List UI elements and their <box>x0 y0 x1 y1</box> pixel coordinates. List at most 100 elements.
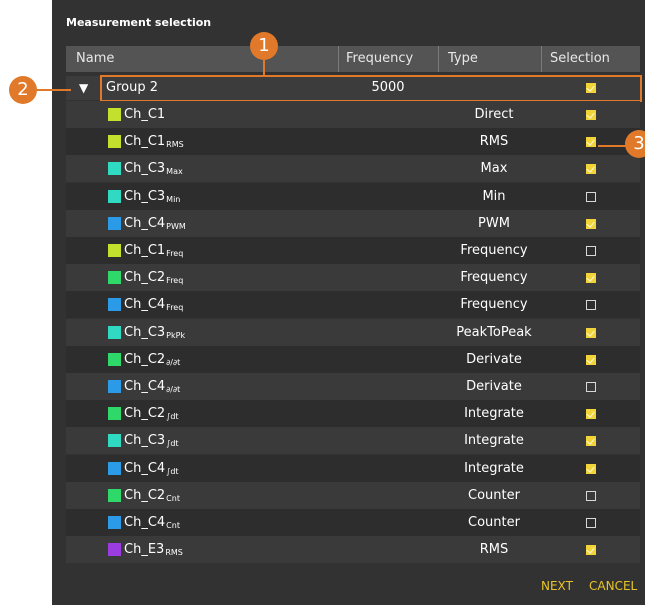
channel-color-swatch <box>108 298 121 311</box>
channel-color-swatch <box>108 217 121 230</box>
channel-type: Min <box>482 189 506 204</box>
channel-select-checkbox[interactable] <box>586 273 596 283</box>
channel-name: Ch_C2Freq <box>124 264 183 294</box>
channel-subscript: Cnt <box>166 494 180 503</box>
group-highlight-outline <box>100 75 642 102</box>
channel-name: Ch_C3Max <box>124 155 183 185</box>
column-header-name[interactable]: Name <box>76 46 114 72</box>
channel-type: Frequency <box>460 297 528 312</box>
channel-type: Frequency <box>460 270 528 285</box>
channel-subscript: ∂/∂t <box>166 385 181 394</box>
table-header: Name Frequency Type Selection <box>66 46 640 72</box>
channel-subscript: PWM <box>166 222 186 231</box>
channel-base-name: Ch_C1 <box>124 107 166 122</box>
channel-base-name: Ch_C1 <box>124 243 166 258</box>
channel-name: Ch_C4PWM <box>124 210 186 240</box>
channel-type: Derivate <box>466 352 522 367</box>
channel-name: Ch_C1Freq <box>124 237 183 267</box>
expand-triangle-icon[interactable]: ▼ <box>79 76 88 100</box>
callout-3: 3 <box>625 130 645 158</box>
column-header-type[interactable]: Type <box>448 46 478 72</box>
channel-base-name: Ch_C3 <box>124 161 166 176</box>
channel-base-name: Ch_C3 <box>124 325 166 340</box>
channel-select-checkbox[interactable] <box>586 436 596 446</box>
column-divider[interactable] <box>338 46 339 72</box>
channel-type: PeakToPeak <box>456 325 532 340</box>
channel-select-checkbox[interactable] <box>586 545 596 555</box>
channel-base-name: Ch_C2 <box>124 406 166 421</box>
channel-type: RMS <box>479 542 509 557</box>
channel-base-name: Ch_C2 <box>124 352 166 367</box>
callout-2-leader <box>37 89 71 91</box>
channel-select-checkbox[interactable] <box>586 164 596 174</box>
channel-name: Ch_C2∫dt <box>124 400 179 430</box>
channel-type: Frequency <box>460 243 528 258</box>
channel-subscript: Min <box>166 195 181 204</box>
column-divider[interactable] <box>541 46 542 72</box>
channel-type: Counter <box>468 515 520 530</box>
cancel-button[interactable]: CANCEL <box>589 579 637 593</box>
channel-color-swatch <box>108 353 121 366</box>
channel-select-checkbox[interactable] <box>586 110 596 120</box>
channel-select-checkbox[interactable] <box>586 192 596 202</box>
channel-name: Ch_C1 <box>124 101 166 131</box>
channel-base-name: Ch_C4 <box>124 216 166 231</box>
channel-subscript: RMS <box>166 140 184 149</box>
column-header-selection[interactable]: Selection <box>550 46 610 72</box>
channel-name: Ch_C4∫dt <box>124 455 179 485</box>
channel-type: Integrate <box>464 406 524 421</box>
channel-select-checkbox[interactable] <box>586 246 596 256</box>
channel-color-swatch <box>108 462 121 475</box>
callout-2: 2 <box>9 76 37 104</box>
channel-select-checkbox[interactable] <box>586 491 596 501</box>
channel-base-name: Ch_C4 <box>124 461 166 476</box>
channel-type: Derivate <box>466 379 522 394</box>
channel-select-checkbox[interactable] <box>586 355 596 365</box>
channel-subscript: Freq <box>166 303 184 312</box>
channel-select-checkbox[interactable] <box>586 518 596 528</box>
channel-name: Ch_C4Cnt <box>124 509 180 539</box>
channel-type: Integrate <box>464 433 524 448</box>
channel-select-checkbox[interactable] <box>586 300 596 310</box>
callout-3-leader <box>598 145 628 147</box>
channel-select-checkbox[interactable] <box>586 328 596 338</box>
channel-name: Ch_C3Min <box>124 183 180 213</box>
channel-color-swatch <box>108 244 121 257</box>
channel-base-name: Ch_C2 <box>124 270 166 285</box>
channel-color-swatch <box>108 516 121 529</box>
channel-subscript: ∫dt <box>166 439 179 448</box>
channel-color-swatch <box>108 543 121 556</box>
channel-base-name: Ch_C4 <box>124 297 166 312</box>
channel-subscript: ∫dt <box>166 467 179 476</box>
channel-select-checkbox[interactable] <box>586 382 596 392</box>
channel-color-swatch <box>108 407 121 420</box>
channel-select-checkbox[interactable] <box>586 137 596 147</box>
channel-base-name: Ch_C4 <box>124 515 166 530</box>
channel-base-name: Ch_E3 <box>124 542 165 557</box>
next-button[interactable]: NEXT <box>541 579 573 593</box>
channel-name: Ch_E3RMS <box>124 536 183 566</box>
channel-name: Ch_C4Freq <box>124 291 183 321</box>
channel-color-swatch <box>108 326 121 339</box>
channel-color-swatch <box>108 190 121 203</box>
callout-1: 1 <box>250 32 278 60</box>
channel-color-swatch <box>108 108 121 121</box>
channel-select-checkbox[interactable] <box>586 219 596 229</box>
channel-base-name: Ch_C4 <box>124 379 166 394</box>
column-divider[interactable] <box>438 46 439 72</box>
channel-type: Integrate <box>464 461 524 476</box>
channel-select-checkbox[interactable] <box>586 464 596 474</box>
channel-color-swatch <box>108 434 121 447</box>
channel-subscript: Freq <box>166 249 184 258</box>
channel-select-checkbox[interactable] <box>586 409 596 419</box>
channel-type: Counter <box>468 488 520 503</box>
channel-color-swatch <box>108 135 121 148</box>
channel-base-name: Ch_C3 <box>124 433 166 448</box>
channel-subscript: Freq <box>166 276 184 285</box>
channel-type: Direct <box>474 107 514 122</box>
column-header-frequency[interactable]: Frequency <box>346 46 413 72</box>
channel-name: Ch_C4∂/∂t <box>124 373 180 403</box>
channel-subscript: Cnt <box>166 521 180 530</box>
channel-name: Ch_C2∂/∂t <box>124 346 180 376</box>
channel-subscript: RMS <box>165 548 183 557</box>
